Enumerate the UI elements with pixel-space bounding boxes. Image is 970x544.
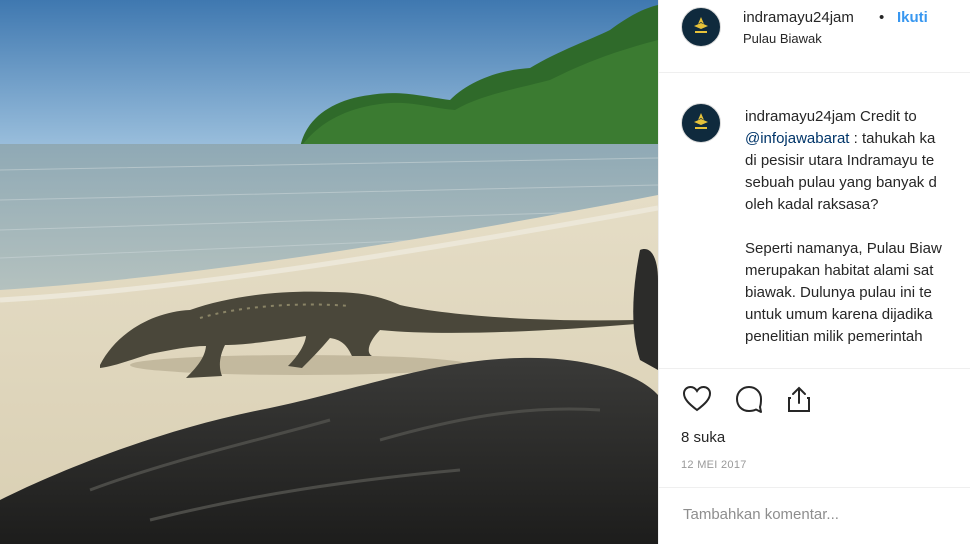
post-actions: 8 suka 12 MEI 2017 [659, 368, 970, 487]
location-link[interactable]: Pulau Biawak [743, 31, 822, 46]
heart-icon[interactable] [681, 383, 713, 415]
separator-dot: • [879, 9, 885, 26]
account-logo-icon [694, 17, 708, 33]
comment-icon[interactable] [733, 383, 765, 415]
post-side-panel: indramayu24jam • Ikuti Pulau Biawak indr… [658, 0, 970, 544]
post-date[interactable]: 12 MEI 2017 [681, 459, 747, 471]
caption-text-rest: : tahukah ka di pesisir utara Indramayu … [745, 130, 942, 345]
comment-input[interactable] [681, 502, 955, 526]
caption-block: indramayu24jam Credit to @infojawabarat … [659, 88, 970, 368]
monitor-lizard-beach-image [0, 0, 658, 544]
caption-avatar[interactable] [681, 103, 721, 143]
caption-text-start: Credit to [860, 108, 917, 125]
account-logo-icon [694, 113, 708, 129]
caption-username[interactable]: indramayu24jam [745, 108, 856, 125]
avatar[interactable] [681, 7, 721, 47]
header-username[interactable]: indramayu24jam [743, 9, 854, 26]
caption-text: indramayu24jam Credit to @infojawabarat … [745, 106, 970, 348]
follow-button[interactable]: Ikuti [897, 9, 928, 26]
share-icon[interactable] [783, 383, 815, 415]
post-header: indramayu24jam • Ikuti Pulau Biawak [659, 0, 970, 73]
post-photo[interactable] [0, 0, 658, 544]
likes-count[interactable]: 8 suka [681, 429, 725, 446]
comment-box [659, 487, 970, 544]
caption-mention[interactable]: @infojawabarat [745, 130, 849, 147]
